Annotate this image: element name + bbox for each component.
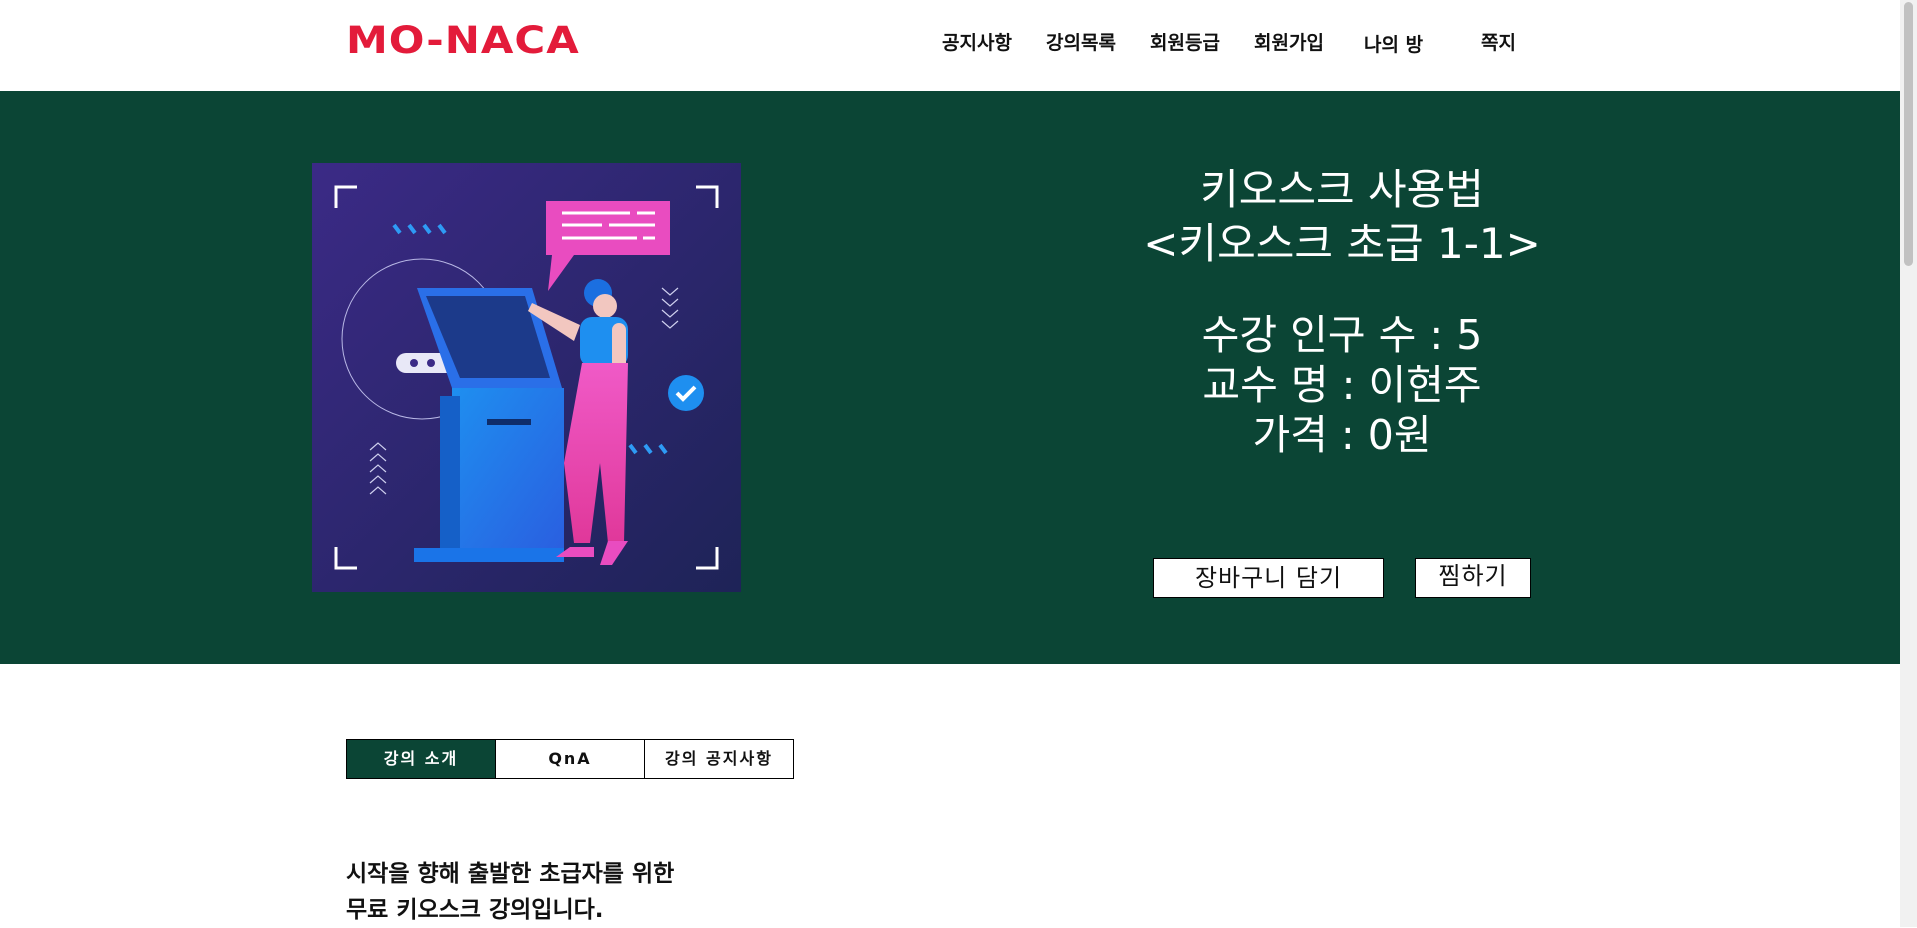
wishlist-button[interactable]: 찜하기 [1415, 558, 1531, 598]
site-header: MO-NACA 공지사항 강의목록 회원등급 회원가입 나의 방 쪽지 [0, 0, 1900, 91]
course-title-line1: 키오스크 사용법 [1200, 165, 1484, 214]
nav-item-courses[interactable]: 강의목록 [1046, 28, 1116, 55]
nav-item-membership-level[interactable]: 회원등급 [1150, 28, 1220, 55]
add-to-cart-button[interactable]: 장바구니 담기 [1153, 558, 1384, 598]
main-nav: 공지사항 강의목록 회원등급 회원가입 나의 방 쪽지 [0, 28, 1900, 58]
tab-course-intro[interactable]: 강의 소개 [346, 739, 496, 779]
intro-line2: 무료 키오스크 강의입니다. [346, 897, 604, 923]
course-professor: 교수 명 : 이현주 [1202, 361, 1482, 409]
nav-item-notice[interactable]: 공지사항 [942, 28, 1012, 55]
course-intro-text: 시작을 향해 출발한 초급자를 위한 무료 키오스크 강의입니다. [346, 856, 674, 928]
nav-item-my-room[interactable]: 나의 방 [1364, 30, 1423, 57]
course-price: 가격 : 0원 [1252, 411, 1432, 459]
page-scrollbar[interactable] [1900, 0, 1917, 927]
course-students: 수강 인구 수 : 5 [1201, 311, 1483, 359]
intro-line1: 시작을 향해 출발한 초급자를 위한 [346, 861, 675, 887]
scrollbar-thumb[interactable] [1904, 2, 1913, 266]
course-hero: 키오스크 사용법 <키오스크 초급 1-1> 수강 인구 수 : 5 교수 명 … [0, 91, 1900, 664]
nav-item-signup[interactable]: 회원가입 [1254, 28, 1324, 55]
course-title-line2: <키오스크 초급 1-1> [1143, 219, 1541, 268]
tab-course-notice[interactable]: 강의 공지사항 [644, 739, 794, 779]
kiosk-illustration [312, 163, 741, 592]
tab-qna[interactable]: QnA [495, 739, 645, 779]
nav-item-messages[interactable]: 쪽지 [1481, 28, 1516, 55]
